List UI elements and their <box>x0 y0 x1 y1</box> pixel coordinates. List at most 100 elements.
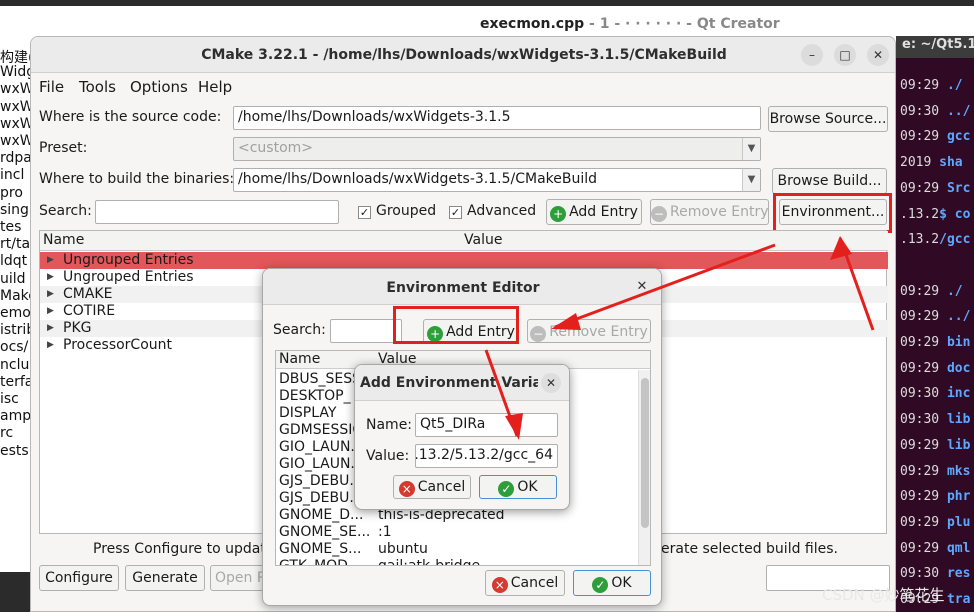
env-search-input[interactable] <box>330 319 402 343</box>
env-cancel-label: Cancel <box>510 575 559 591</box>
terminal-line-entry: doc <box>939 360 971 376</box>
configure-button[interactable]: Configure <box>39 565 119 591</box>
expand-arrow-icon[interactable]: ▶ <box>47 303 54 320</box>
expand-arrow-icon[interactable]: ▶ <box>47 320 54 337</box>
grouped-checkbox[interactable]: ✓ Grouped <box>358 203 436 219</box>
terminal-line-entry: ./ <box>939 78 963 93</box>
env-name-header: Name <box>279 351 321 367</box>
menu-file[interactable]: File <box>39 78 64 96</box>
terminal-line-time: 09:29 <box>900 360 940 376</box>
preset-combo-value: <custom> <box>238 140 314 156</box>
open-project-button[interactable]: Open P <box>210 565 270 591</box>
expand-arrow-icon[interactable]: ▶ <box>47 337 54 354</box>
advanced-label: Advanced <box>467 203 537 219</box>
plus-icon: + <box>550 206 567 222</box>
terminal-line-time: 09:29 <box>900 78 940 93</box>
minus-icon: − <box>651 206 667 222</box>
environment-editor-title: Environment Editor <box>386 280 540 296</box>
cancel-icon: × <box>398 481 415 497</box>
tree-row[interactable]: ▶ Ungrouped Entries <box>40 252 888 269</box>
minimize-button[interactable]: – <box>801 44 823 66</box>
env-table-row[interactable]: GTK_MOD... gail:atk-bridge <box>276 558 638 565</box>
terminal-line-entry: ../ <box>939 309 971 325</box>
terminal-line: 09:29 mks <box>900 464 970 479</box>
add-variable-dialog: Add Environment Varia... ✕ Name: Qt5_DIR… <box>354 364 570 510</box>
background-left-text: wxWi <box>0 133 30 149</box>
menu-options[interactable]: Options <box>130 78 188 96</box>
var-cancel-button[interactable]: × Cancel <box>393 475 471 499</box>
env-table-row[interactable]: GNOME_S... ubuntu <box>276 541 638 558</box>
background-left-text: ampl <box>0 408 30 425</box>
background-terminal: e: ~/Qt5.13. 09:29 ./09:30 ../09:29 gcc2… <box>896 36 974 612</box>
search-label: Search: <box>39 203 92 219</box>
var-name-input[interactable]: Qt5_DIRa <box>415 413 558 437</box>
close-icon[interactable]: ✕ <box>541 373 561 393</box>
add-entry-button[interactable]: + Add Entry <box>546 199 642 225</box>
search-input[interactable] <box>95 200 339 224</box>
terminal-line: 09:29 lib <box>900 438 970 453</box>
terminal-line-time: 09:29 <box>900 309 940 325</box>
terminal-line: 09:29 qml <box>900 541 970 556</box>
terminal-titlebar: e: ~/Qt5.13. <box>896 36 974 58</box>
preset-label: Preset: <box>39 140 88 156</box>
checkmark-icon: ✓ <box>592 577 609 593</box>
browse-source-button[interactable]: Browse Source... <box>768 106 888 132</box>
maximize-button[interactable]: □ <box>834 44 856 66</box>
terminal-line-time: 09:29 <box>900 129 940 145</box>
terminal-line-time: 09:29 <box>900 335 940 350</box>
preset-combo[interactable]: <custom> ▼ <box>233 137 761 161</box>
background-window-title: execmon.cpp - 1 - · · · · · · - Qt Creat… <box>480 16 780 32</box>
terminal-line-time: 2019 <box>900 155 932 171</box>
terminal-line: .13.2$ co <box>900 207 970 222</box>
vertical-scrollbar[interactable] <box>638 370 650 565</box>
background-left-text: pro <box>0 184 23 201</box>
terminal-line-time: 09:30 <box>900 566 940 582</box>
column-name-header: Name <box>43 232 85 248</box>
cmake-titlebar: CMake 3.22.1 - /home/lhs/Downloads/wxWid… <box>31 37 895 73</box>
terminal-line-time: 09:30 <box>900 412 940 428</box>
background-left-text: terfa <box>0 373 30 390</box>
background-left-text: rdpa <box>0 150 30 167</box>
env-row-value: :1 <box>378 524 392 540</box>
terminal-line: 09:30 ../ <box>900 104 970 119</box>
remove-entry-button[interactable]: − Remove Entry <box>650 199 769 225</box>
env-remove-entry-button[interactable]: − Remove Entry <box>527 319 651 343</box>
cache-tree-header: Name Value <box>40 231 888 251</box>
status-text-left: Press Configure to updat <box>93 541 266 557</box>
expand-arrow-icon[interactable]: ▶ <box>47 269 54 286</box>
terminal-line: 09:29 ../ <box>900 309 970 324</box>
remove-entry-label: Remove Entry <box>670 204 769 220</box>
terminal-title: e: ~/Qt5.13. <box>902 37 974 52</box>
build-path-combo[interactable]: /home/lhs/Downloads/wxWidgets-3.1.5/CMak… <box>233 168 761 192</box>
terminal-line: 09:29 doc <box>900 361 970 376</box>
column-value-header: Value <box>464 232 503 248</box>
close-button[interactable]: ✕ <box>867 44 889 66</box>
terminal-line: 2019 sha <box>900 155 963 170</box>
var-ok-label: OK <box>517 479 538 495</box>
terminal-line-entry: mks <box>939 463 971 479</box>
close-icon[interactable]: ✕ <box>633 278 651 296</box>
background-left-text: istrib <box>0 322 30 339</box>
terminal-line-time: 09:29 <box>900 540 940 556</box>
background-left-text: Widg <box>0 64 30 81</box>
var-value-text: 5.13.2/5.13.2/gcc_64 <box>415 447 553 463</box>
expand-arrow-icon[interactable]: ▶ <box>47 286 54 303</box>
var-value-label: Value: <box>366 448 410 464</box>
background-left-text: Make <box>0 287 30 304</box>
menu-tools[interactable]: Tools <box>79 78 116 96</box>
env-row-value: ubuntu <box>378 541 428 557</box>
terminal-line-entry: lib <box>939 437 971 453</box>
advanced-checkbox[interactable]: ✓ Advanced <box>449 203 536 219</box>
browse-build-button[interactable]: Browse Build... <box>772 168 887 194</box>
var-value-input[interactable]: 5.13.2/5.13.2/gcc_64 <box>415 444 558 468</box>
scrollbar-thumb[interactable] <box>641 378 649 528</box>
var-ok-button[interactable]: ✓ OK <box>479 475 557 499</box>
source-path-field[interactable]: /home/lhs/Downloads/wxWidgets-3.1.5 <box>233 106 761 130</box>
background-left-text: wxWi <box>0 98 30 115</box>
env-ok-button[interactable]: ✓ OK <box>573 570 651 596</box>
expand-arrow-icon[interactable]: ▶ <box>47 252 54 269</box>
menu-help[interactable]: Help <box>198 78 232 96</box>
env-cancel-button[interactable]: × Cancel <box>485 570 565 596</box>
env-table-row[interactable]: GNOME_SE...:1 <box>276 524 638 541</box>
generate-button[interactable]: Generate <box>125 565 205 591</box>
